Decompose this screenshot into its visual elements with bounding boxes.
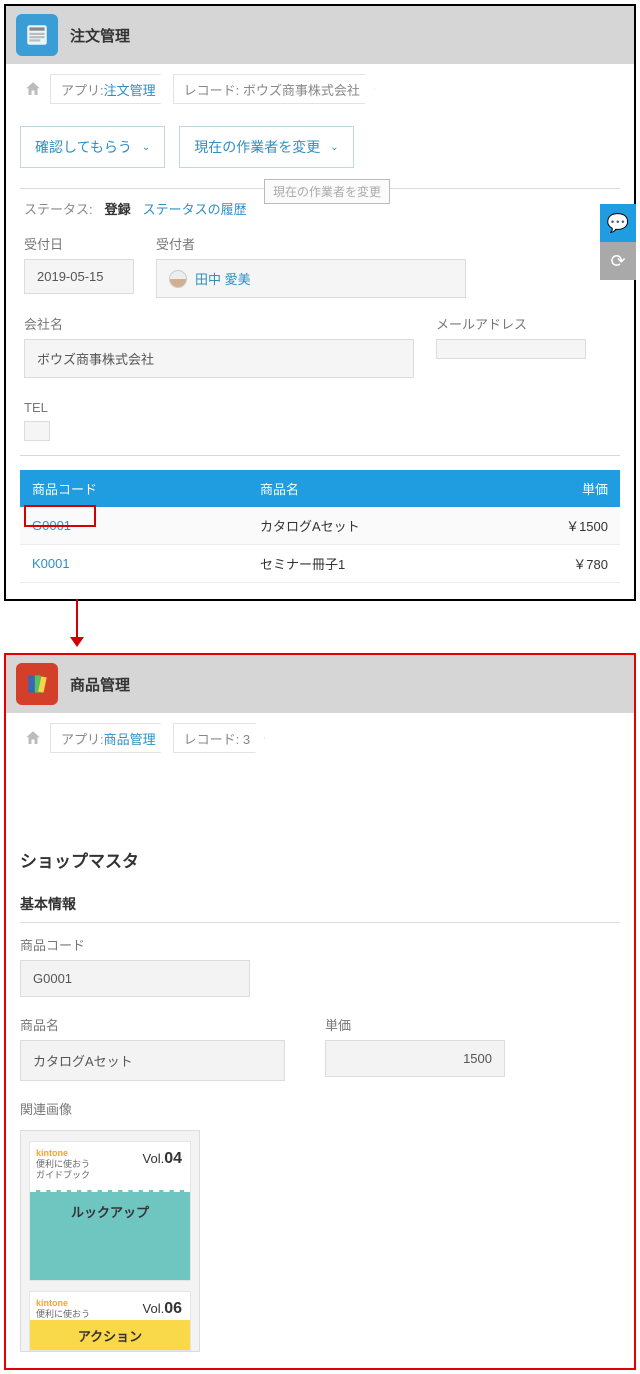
comment-icon[interactable]: 💬 bbox=[600, 204, 636, 242]
crumb-record: レコード: ボウズ商事株式会社 bbox=[173, 74, 375, 104]
code-label: 商品コード bbox=[20, 935, 620, 954]
book-thumbnail[interactable]: kintone 便利に使おう ガイドブック Vol.04 ルックアップ bbox=[29, 1141, 191, 1281]
product-price-cell: ￥1500 bbox=[440, 507, 620, 545]
status-block: 現在の作業者を変更 ステータス: 登録 ステータスの履歴 受付日 2019-05… bbox=[20, 188, 620, 456]
chevron-down-icon: ⌄ bbox=[330, 142, 338, 153]
home-icon[interactable] bbox=[18, 723, 48, 753]
product-code-link[interactable]: G0001 bbox=[32, 518, 71, 533]
book-thumbnail[interactable]: kintone 便利に使おう ガイドブック Vol.06 アクション bbox=[29, 1291, 191, 1351]
col-code: 商品コード bbox=[20, 470, 248, 507]
crumb-app-link[interactable]: 注文管理 bbox=[104, 80, 156, 99]
name-value: カタログAセット bbox=[20, 1040, 285, 1081]
crumb-app[interactable]: アプリ: 商品管理 bbox=[50, 723, 171, 753]
crumb-app-link[interactable]: 商品管理 bbox=[104, 729, 156, 748]
recv-date-value: 2019-05-15 bbox=[24, 259, 134, 294]
order-mgmt-panel: 注文管理 アプリ: 注文管理 レコード: ボウズ商事株式会社 確認してもらう ⌄… bbox=[4, 4, 636, 601]
arrow-connector bbox=[0, 605, 640, 649]
code-value: G0001 bbox=[20, 960, 250, 997]
panel2-body: ショップマスタ 基本情報 商品コード G0001 商品名 カタログAセット 単価… bbox=[6, 763, 634, 1368]
tel-label: TEL bbox=[24, 400, 50, 415]
order-app-icon bbox=[16, 14, 58, 56]
vol-label: Vol.06 bbox=[143, 1300, 182, 1318]
chevron-down-icon: ⌄ bbox=[142, 142, 150, 153]
panel2-header: 商品管理 bbox=[6, 655, 634, 713]
images-label: 関連画像 bbox=[20, 1099, 620, 1118]
product-price-cell: ￥780 bbox=[440, 545, 620, 583]
recv-date-label: 受付日 bbox=[24, 234, 134, 253]
price-value: 1500 bbox=[325, 1040, 505, 1077]
product-code-link[interactable]: K0001 bbox=[32, 556, 70, 571]
vol-label: Vol.04 bbox=[143, 1150, 182, 1168]
avatar-icon bbox=[169, 270, 187, 288]
user-link[interactable]: 田中 愛美 bbox=[195, 269, 251, 288]
product-name-cell: カタログAセット bbox=[248, 507, 440, 545]
panel1-body: 確認してもらう ⌄ 現在の作業者を変更 ⌄ 現在の作業者を変更 ステータス: 登… bbox=[6, 114, 634, 599]
book-title: ルックアップ bbox=[30, 1190, 190, 1280]
product-app-icon bbox=[16, 663, 58, 705]
panel2-breadcrumb: アプリ: 商品管理 レコード: 3 bbox=[6, 713, 634, 763]
panel1-title: 注文管理 bbox=[70, 25, 130, 46]
sub-title: 基本情報 bbox=[20, 894, 620, 923]
email-label: メールアドレス bbox=[436, 314, 586, 333]
recv-person-value: 田中 愛美 bbox=[156, 259, 466, 298]
section-title: ショップマスタ bbox=[20, 847, 620, 872]
panel1-breadcrumb: アプリ: 注文管理 レコード: ボウズ商事株式会社 bbox=[6, 64, 634, 114]
status-value: 登録 bbox=[105, 199, 131, 218]
product-table: 商品コード 商品名 単価 G0001 カタログAセット ￥1500 K0001 … bbox=[20, 470, 620, 583]
panel2-title: 商品管理 bbox=[70, 674, 130, 695]
product-mgmt-panel: 商品管理 アプリ: 商品管理 レコード: 3 ショップマスタ 基本情報 商品コー… bbox=[4, 653, 636, 1370]
assignee-tooltip: 現在の作業者を変更 bbox=[264, 179, 390, 204]
crumb-app[interactable]: アプリ: 注文管理 bbox=[50, 74, 171, 104]
col-price: 単価 bbox=[440, 470, 620, 507]
status-label: ステータス: bbox=[24, 199, 93, 218]
confirm-button[interactable]: 確認してもらう ⌄ bbox=[20, 126, 165, 168]
refresh-icon[interactable]: ⟳ bbox=[600, 242, 636, 280]
tel-value bbox=[24, 421, 50, 441]
email-value bbox=[436, 339, 586, 359]
image-gallery: kintone 便利に使おう ガイドブック Vol.04 ルックアップ kint… bbox=[20, 1130, 200, 1352]
company-label: 会社名 bbox=[24, 314, 414, 333]
table-row: K0001 セミナー冊子1 ￥780 bbox=[20, 545, 620, 583]
name-label: 商品名 bbox=[20, 1015, 285, 1034]
col-name: 商品名 bbox=[248, 470, 440, 507]
book-title: アクション bbox=[30, 1320, 190, 1350]
price-label: 単価 bbox=[325, 1015, 505, 1034]
crumb-record: レコード: 3 bbox=[173, 723, 265, 753]
recv-person-label: 受付者 bbox=[156, 234, 466, 253]
table-row: G0001 カタログAセット ￥1500 bbox=[20, 507, 620, 545]
home-icon[interactable] bbox=[18, 74, 48, 104]
company-value: ボウズ商事株式会社 bbox=[24, 339, 414, 378]
panel1-header: 注文管理 bbox=[6, 6, 634, 64]
side-buttons: 💬 ⟳ bbox=[600, 204, 636, 280]
status-history-link[interactable]: ステータスの履歴 bbox=[143, 199, 247, 218]
change-assignee-button[interactable]: 現在の作業者を変更 ⌄ bbox=[179, 126, 353, 168]
product-name-cell: セミナー冊子1 bbox=[248, 545, 440, 583]
